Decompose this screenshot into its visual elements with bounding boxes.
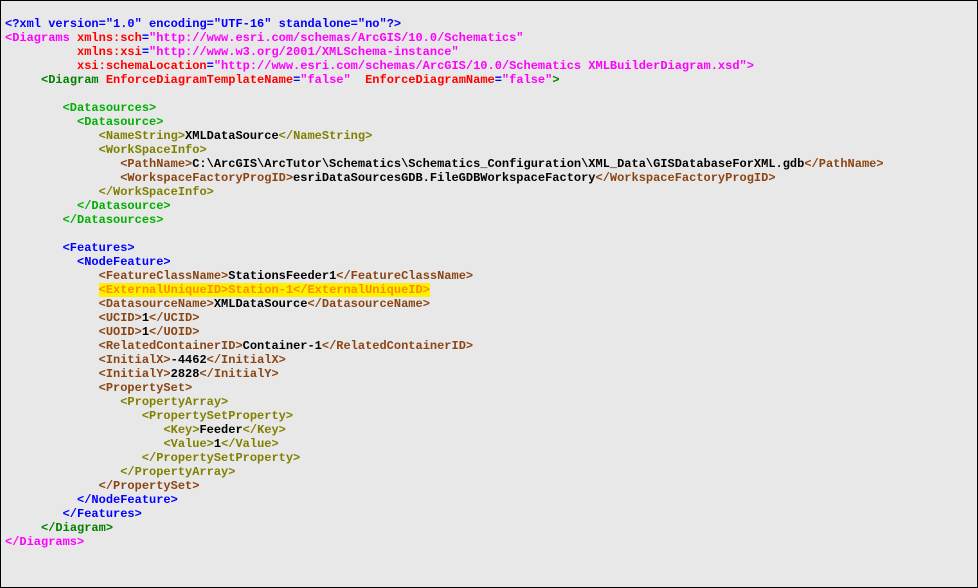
diagrams-open-tag: <Diagrams xyxy=(5,31,70,45)
attr-xmlns-sch: xmlns:sch xyxy=(77,31,142,45)
workspaceinfo-close: </WorkSpaceInfo> xyxy=(99,185,214,199)
relcont-close: </RelatedContainerID> xyxy=(322,339,473,353)
features-close: </Features> xyxy=(63,507,142,521)
wfprogid-val: esriDataSourcesGDB.FileGDBWorkspaceFacto… xyxy=(293,171,595,185)
inity-val: 2828 xyxy=(171,367,200,381)
key-val: Feeder xyxy=(199,423,242,437)
attr-enforcetemplate-val: "false" xyxy=(300,73,350,87)
xml-decl-close: ?> xyxy=(387,17,401,31)
namestring-open: <NameString> xyxy=(99,129,185,143)
initx-open: <InitialX> xyxy=(99,353,171,367)
uoid-open: <UOID> xyxy=(99,325,142,339)
propset-close: </PropertySet> xyxy=(99,479,200,493)
attr-schemalocation: xsi:schemaLocation xyxy=(77,59,207,73)
ucid-val: 1 xyxy=(142,311,149,325)
datasourcename-open: <DatasourceName> xyxy=(99,297,214,311)
value-close: </Value> xyxy=(221,437,279,451)
featureclassname-close: </FeatureClassName> xyxy=(336,269,473,283)
datasources-close: </Datasources> xyxy=(63,213,164,227)
diagrams-open-gt: > xyxy=(747,59,754,73)
featureclassname-val: StationsFeeder1 xyxy=(228,269,336,283)
namestring-val: XMLDataSource xyxy=(185,129,279,143)
attr-xmlns-xsi: xmlns:xsi xyxy=(77,45,142,59)
ucid-open: <UCID> xyxy=(99,311,142,325)
propsetprop-open: <PropertySetProperty> xyxy=(142,409,293,423)
value-open: <Value> xyxy=(163,437,213,451)
diagram-open-gt: > xyxy=(552,73,559,87)
nodefeature-close: </NodeFeature> xyxy=(77,493,178,507)
featureclassname-open: <FeatureClassName> xyxy=(99,269,229,283)
datasource-close: </Datasource> xyxy=(77,199,171,213)
value-val: 1 xyxy=(214,437,221,451)
ucid-close: </UCID> xyxy=(149,311,199,325)
namestring-close: </NameString> xyxy=(279,129,373,143)
proparr-close: </PropertyArray> xyxy=(120,465,235,479)
relcont-open: <RelatedContainerID> xyxy=(99,339,243,353)
uoid-close: </UOID> xyxy=(149,325,199,339)
datasourcename-close: </DatasourceName> xyxy=(307,297,429,311)
pathname-close: </PathName> xyxy=(804,157,883,171)
features-open: <Features> xyxy=(63,241,135,255)
externaluniqueid-open: <ExternalUniqueID> xyxy=(99,283,229,297)
diagrams-close: </Diagrams> xyxy=(5,535,84,549)
attr-xmlns-sch-val: "http://www.esri.com/schemas/ArcGIS/10.0… xyxy=(149,31,523,45)
wfprogid-open: <WorkspaceFactoryProgID> xyxy=(120,171,293,185)
attr-xmlns-xsi-val: "http://www.w3.org/2001/XMLSchema-instan… xyxy=(149,45,459,59)
inity-close: </InitialY> xyxy=(199,367,278,381)
uoid-val: 1 xyxy=(142,325,149,339)
inity-open: <InitialY> xyxy=(99,367,171,381)
initx-val: -4462 xyxy=(171,353,207,367)
datasource-open: <Datasource> xyxy=(77,115,163,129)
nodefeature-open: <NodeFeature> xyxy=(77,255,171,269)
pathname-val: C:\ArcGIS\ArcTutor\Schematics\Schematics… xyxy=(192,157,804,171)
attr-enforcetemplate: EnforceDiagramTemplateName xyxy=(106,73,293,87)
externaluniqueid-close: </ExternalUniqueID> xyxy=(293,283,430,297)
xml-code-viewer: <?xml version="1.0" encoding="UTF-16" st… xyxy=(1,1,977,551)
workspaceinfo-open: <WorkSpaceInfo> xyxy=(99,143,207,157)
datasources-open: <Datasources> xyxy=(63,101,157,115)
pathname-open: <PathName> xyxy=(120,157,192,171)
propset-open: <PropertySet> xyxy=(99,381,193,395)
attr-schemalocation-val: "http://www.esri.com/schemas/ArcGIS/10.0… xyxy=(214,59,747,73)
wfprogid-close: </WorkspaceFactoryProgID> xyxy=(596,171,776,185)
propsetprop-close: </PropertySetProperty> xyxy=(142,451,300,465)
attr-enforcename: EnforceDiagramName xyxy=(365,73,495,87)
key-close: </Key> xyxy=(243,423,286,437)
xml-decl-attrs: version="1.0" encoding="UTF-16" standalo… xyxy=(48,17,386,31)
externaluniqueid-val: Station-1 xyxy=(228,283,293,297)
proparr-open: <PropertyArray> xyxy=(120,395,228,409)
initx-close: </InitialX> xyxy=(207,353,286,367)
diagram-open-tag: <Diagram xyxy=(41,73,99,87)
attr-enforcename-val: "false" xyxy=(502,73,552,87)
relcont-val: Container-1 xyxy=(243,339,322,353)
key-open: <Key> xyxy=(163,423,199,437)
diagram-close: </Diagram> xyxy=(41,521,113,535)
xml-decl-open: <?xml xyxy=(5,17,41,31)
datasourcename-val: XMLDataSource xyxy=(214,297,308,311)
